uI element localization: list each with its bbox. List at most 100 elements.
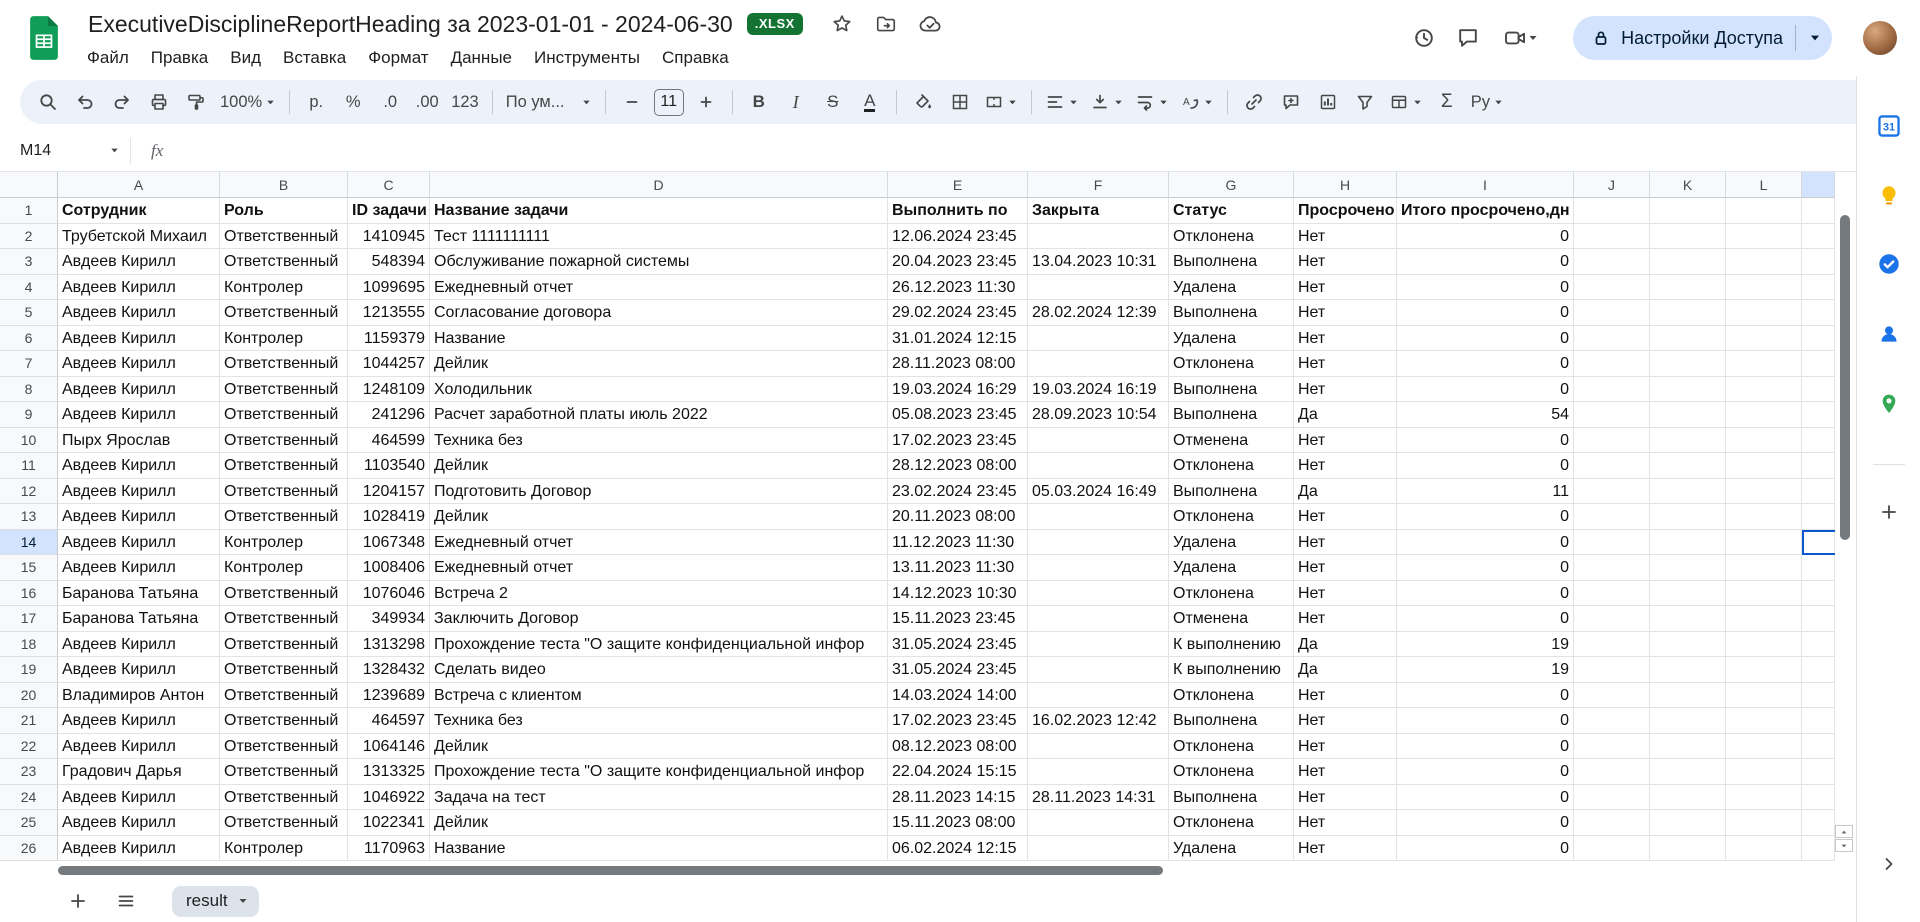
text-rotation-button[interactable]: A (1175, 85, 1219, 119)
cell-e11[interactable]: 28.12.2023 08:00 (888, 453, 1028, 479)
cell-l3[interactable] (1726, 249, 1802, 275)
cell-e1[interactable]: Выполнить по (888, 198, 1028, 224)
column-header-b[interactable]: B (220, 172, 348, 198)
row-header-6[interactable]: 6 (0, 325, 58, 351)
cell-i5[interactable]: 0 (1397, 300, 1574, 326)
cell-d10[interactable]: Техника без (430, 427, 888, 453)
calendar-app-button[interactable]: 31 (1873, 110, 1905, 142)
cell-g3[interactable]: Выполнена (1169, 249, 1294, 275)
cell-f7[interactable] (1028, 351, 1169, 377)
cell-h24[interactable]: Нет (1294, 784, 1397, 810)
cell-f4[interactable] (1028, 274, 1169, 300)
cell-i15[interactable]: 0 (1397, 555, 1574, 581)
cell-g7[interactable]: Отклонена (1169, 351, 1294, 377)
cell-e13[interactable]: 20.11.2023 08:00 (888, 504, 1028, 530)
cell-k20[interactable] (1650, 682, 1726, 708)
menu-view[interactable]: Вид (219, 44, 272, 72)
cell-c26[interactable]: 1170963 (348, 835, 430, 861)
cell-b6[interactable]: Контролер (220, 325, 348, 351)
input-tools-button[interactable]: Ру (1466, 85, 1509, 119)
cell-i19[interactable]: 19 (1397, 657, 1574, 683)
cell-b17[interactable]: Ответственный (220, 606, 348, 632)
cell-i14[interactable]: 0 (1397, 529, 1574, 555)
cell-c23[interactable]: 1313325 (348, 759, 430, 785)
cell-e12[interactable]: 23.02.2024 23:45 (888, 478, 1028, 504)
share-dropdown-caret-icon[interactable] (1808, 31, 1822, 45)
cell-d19[interactable]: Сделать видео (430, 657, 888, 683)
cell-i9[interactable]: 54 (1397, 402, 1574, 428)
cell-l12[interactable] (1726, 478, 1802, 504)
cell-b5[interactable]: Ответственный (220, 300, 348, 326)
paint-format-button[interactable] (178, 85, 214, 119)
column-header-c[interactable]: C (348, 172, 430, 198)
insert-link-button[interactable] (1236, 85, 1272, 119)
cell-i20[interactable]: 0 (1397, 682, 1574, 708)
star-button[interactable] (825, 7, 859, 41)
cell-d9[interactable]: Расчет заработной платы июль 2022 (430, 402, 888, 428)
cell-m1[interactable] (1802, 198, 1835, 224)
cell-e9[interactable]: 05.08.2023 23:45 (888, 402, 1028, 428)
cell-d2[interactable]: Тест 1111111111 (430, 223, 888, 249)
cell-k6[interactable] (1650, 325, 1726, 351)
cell-i23[interactable]: 0 (1397, 759, 1574, 785)
cell-g13[interactable]: Отклонена (1169, 504, 1294, 530)
cell-m22[interactable] (1802, 733, 1835, 759)
cell-e5[interactable]: 29.02.2024 23:45 (888, 300, 1028, 326)
cell-d6[interactable]: Название (430, 325, 888, 351)
cell-g21[interactable]: Выполнена (1169, 708, 1294, 734)
row-header-2[interactable]: 2 (0, 223, 58, 249)
cell-h3[interactable]: Нет (1294, 249, 1397, 275)
cell-k3[interactable] (1650, 249, 1726, 275)
cell-e18[interactable]: 31.05.2024 23:45 (888, 631, 1028, 657)
cell-e10[interactable]: 17.02.2023 23:45 (888, 427, 1028, 453)
column-header-k[interactable]: K (1650, 172, 1726, 198)
cell-l19[interactable] (1726, 657, 1802, 683)
cell-m14[interactable] (1802, 529, 1835, 555)
cell-b25[interactable]: Ответственный (220, 810, 348, 836)
cell-g22[interactable]: Отклонена (1169, 733, 1294, 759)
row-header-13[interactable]: 13 (0, 504, 58, 530)
cell-c24[interactable]: 1046922 (348, 784, 430, 810)
cell-h5[interactable]: Нет (1294, 300, 1397, 326)
cell-g15[interactable]: Удалена (1169, 555, 1294, 581)
cell-a20[interactable]: Владимиров Антон (58, 682, 220, 708)
cell-d17[interactable]: Заключить Договор (430, 606, 888, 632)
cell-a16[interactable]: Баранова Татьяна (58, 580, 220, 606)
cell-h9[interactable]: Да (1294, 402, 1397, 428)
scroll-up-button[interactable] (1835, 825, 1853, 838)
row-header-22[interactable]: 22 (0, 733, 58, 759)
decrease-font-size-button[interactable] (614, 85, 650, 119)
cell-e8[interactable]: 19.03.2024 16:29 (888, 376, 1028, 402)
cell-h7[interactable]: Нет (1294, 351, 1397, 377)
cell-c20[interactable]: 1239689 (348, 682, 430, 708)
cell-k23[interactable] (1650, 759, 1726, 785)
cell-m15[interactable] (1802, 555, 1835, 581)
cell-f8[interactable]: 19.03.2024 16:19 (1028, 376, 1169, 402)
cell-g1[interactable]: Статус (1169, 198, 1294, 224)
cell-c12[interactable]: 1204157 (348, 478, 430, 504)
cell-a10[interactable]: Пырх Ярослав (58, 427, 220, 453)
cell-j25[interactable] (1574, 810, 1650, 836)
cell-f1[interactable]: Закрыта (1028, 198, 1169, 224)
cell-k16[interactable] (1650, 580, 1726, 606)
cell-l1[interactable] (1726, 198, 1802, 224)
cell-k8[interactable] (1650, 376, 1726, 402)
cell-f2[interactable] (1028, 223, 1169, 249)
cell-a14[interactable]: Авдеев Кирилл (58, 529, 220, 555)
cell-d1[interactable]: Название задачи (430, 198, 888, 224)
cell-f14[interactable] (1028, 529, 1169, 555)
cell-l20[interactable] (1726, 682, 1802, 708)
cell-b7[interactable]: Ответственный (220, 351, 348, 377)
cell-i7[interactable]: 0 (1397, 351, 1574, 377)
cell-e7[interactable]: 28.11.2023 08:00 (888, 351, 1028, 377)
horizontal-scrollbar[interactable] (58, 866, 1163, 875)
scroll-down-button[interactable] (1835, 839, 1853, 852)
cell-m20[interactable] (1802, 682, 1835, 708)
text-wrap-button[interactable] (1130, 85, 1174, 119)
row-header-9[interactable]: 9 (0, 402, 58, 428)
number-format-button[interactable]: 123 (446, 85, 484, 119)
cell-f17[interactable] (1028, 606, 1169, 632)
cell-h1[interactable]: Просрочено (1294, 198, 1397, 224)
cell-c2[interactable]: 1410945 (348, 223, 430, 249)
cell-c22[interactable]: 1064146 (348, 733, 430, 759)
